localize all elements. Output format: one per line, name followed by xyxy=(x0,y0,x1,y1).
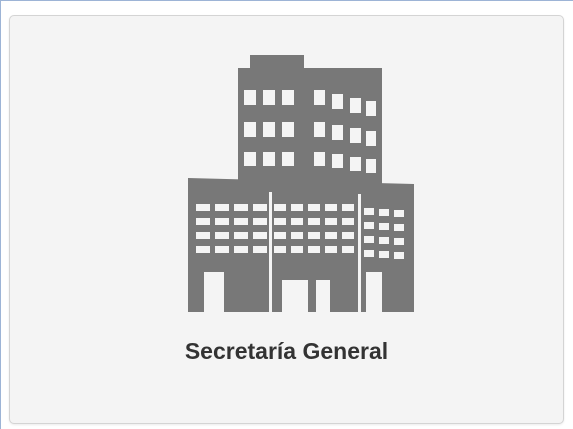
secretaria-general-card[interactable]: Secretaría General xyxy=(9,15,564,424)
office-building-icon xyxy=(170,54,420,334)
card-label: Secretaría General xyxy=(184,338,389,364)
page-frame: Secretaría General xyxy=(0,0,573,429)
